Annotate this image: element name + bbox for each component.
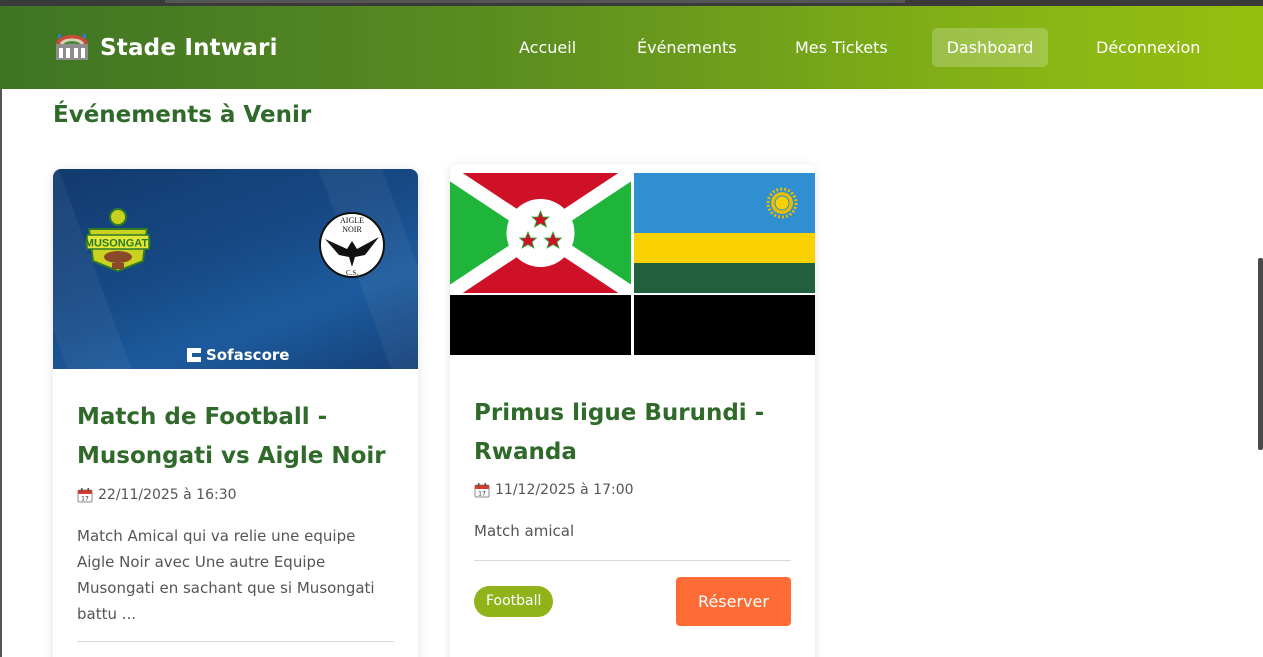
event-description: Match amical xyxy=(474,522,575,540)
event-description: Match Amical qui va relie une equipe Aig… xyxy=(77,527,375,623)
team-right-line3: C.S. xyxy=(346,269,358,277)
team-left-label: MUSONGATI xyxy=(85,238,151,250)
event-image xyxy=(450,173,815,355)
svg-text:17: 17 xyxy=(81,495,89,502)
page-left-border xyxy=(0,89,2,657)
sofascore-logo-icon xyxy=(187,348,201,362)
event-card[interactable]: MUSONGATI AIGLE NOIR C.S. Sofascore Matc… xyxy=(53,169,418,657)
event-date-text: 11/12/2025 à 17:00 xyxy=(495,482,634,498)
calendar-icon: 17 xyxy=(474,482,490,497)
event-title[interactable]: Match de Football - Musongati vs Aigle N… xyxy=(77,398,394,476)
event-title[interactable]: Primus ligue Burundi - Rwanda xyxy=(474,394,791,472)
event-date-text: 22/11/2025 à 16:30 xyxy=(98,487,237,503)
card-divider xyxy=(474,560,791,561)
musongati-crest-icon: MUSONGATI xyxy=(85,208,151,273)
rwanda-flag-icon xyxy=(634,173,815,293)
nav-evenements[interactable]: Événements xyxy=(621,28,753,67)
event-date: 17 11/12/2025 à 17:00 xyxy=(474,482,791,498)
nav-dashboard[interactable]: Dashboard xyxy=(932,28,1048,67)
sofascore-watermark: Sofascore xyxy=(187,346,289,364)
nav-accueil[interactable]: Accueil xyxy=(503,28,592,67)
brand[interactable]: Stade Intwari xyxy=(54,30,278,66)
flags-image xyxy=(450,173,815,355)
stadium-icon xyxy=(56,34,88,60)
nav-deconnexion[interactable]: Déconnexion xyxy=(1080,28,1216,67)
navbar: Stade Intwari Accueil Événements Mes Tic… xyxy=(0,6,1263,89)
sofascore-label: Sofascore xyxy=(206,346,290,364)
browser-tab-hint xyxy=(165,0,905,3)
category-badge: Football xyxy=(474,586,554,617)
event-image: MUSONGATI AIGLE NOIR C.S. Sofascore xyxy=(53,169,418,369)
team-right-line2: NOIR xyxy=(342,225,362,234)
scrollbar-thumb[interactable] xyxy=(1258,258,1263,450)
event-date: 17 22/11/2025 à 16:30 xyxy=(77,487,394,503)
event-title-wrap: Primus ligue Burundi - Rwanda xyxy=(474,394,791,472)
card-divider xyxy=(77,641,394,642)
team-right-line1: AIGLE xyxy=(340,216,364,225)
nav-mes-tickets[interactable]: Mes Tickets xyxy=(779,28,904,67)
section-title: Événements à Venir xyxy=(53,102,312,128)
aigle-noir-crest-icon: AIGLE NOIR C.S. xyxy=(319,212,385,278)
event-card[interactable]: Primus ligue Burundi - Rwanda 17 11/12/2… xyxy=(450,164,815,657)
event-title-wrap: Match de Football - Musongati vs Aigle N… xyxy=(77,398,394,476)
brand-name: Stade Intwari xyxy=(100,35,278,61)
calendar-icon: 17 xyxy=(77,487,93,502)
reserve-button[interactable]: Réserver xyxy=(676,577,791,626)
svg-text:17: 17 xyxy=(478,490,486,497)
burundi-flag-icon xyxy=(450,173,635,299)
